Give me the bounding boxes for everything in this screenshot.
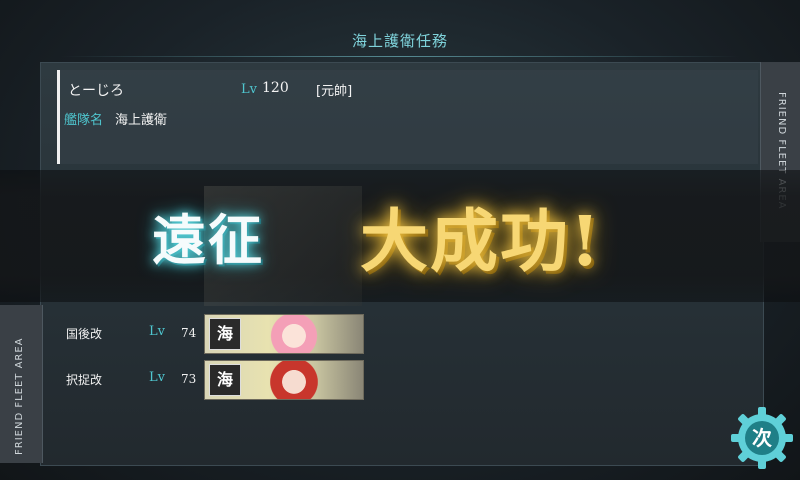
ship-portrait [267,315,327,353]
friend-fleet-area-left: FRIEND FLEET AREA [0,305,43,463]
ship-lv: 73 [181,372,197,386]
mission-title: 海上護衛任務 [351,32,448,50]
player-name: とーじろ [68,83,124,99]
ship-banner: 海防 [204,360,364,400]
accent-line [57,70,60,164]
kaibou-badge: 海防 [209,318,241,350]
kaibou-badge: 海防 [209,364,241,396]
ship-name: 択捉改 [66,373,103,387]
friend-fleet-area-left-label: FRIEND FLEET AREA [14,337,25,455]
ship-lv-label: Lv [149,370,165,385]
ship-row: 国後改 Lv 74 海防 [60,313,370,354]
great-success-text: 大成功! [360,202,602,282]
player-rank: [元帥] [316,84,353,99]
ship-row: 択捉改 Lv 73 海防 [60,359,370,400]
player-lv-label: Lv [241,82,257,97]
ship-banner: 海防 [204,314,364,354]
ship-portrait [267,361,327,399]
title-divider [60,56,740,57]
fleet-name: 海上護衛 [115,113,168,128]
ship-name: 国後改 [66,327,103,341]
ship-lv-label: Lv [149,324,165,339]
next-button-label: 次 [752,426,772,450]
player-lv-value: 120 [262,80,289,96]
fleet-name-label: 艦隊名 [64,113,104,128]
ship-lv: 74 [181,326,197,340]
expedition-text: 遠征 [152,208,264,272]
next-button[interactable]: 次 [729,405,795,471]
